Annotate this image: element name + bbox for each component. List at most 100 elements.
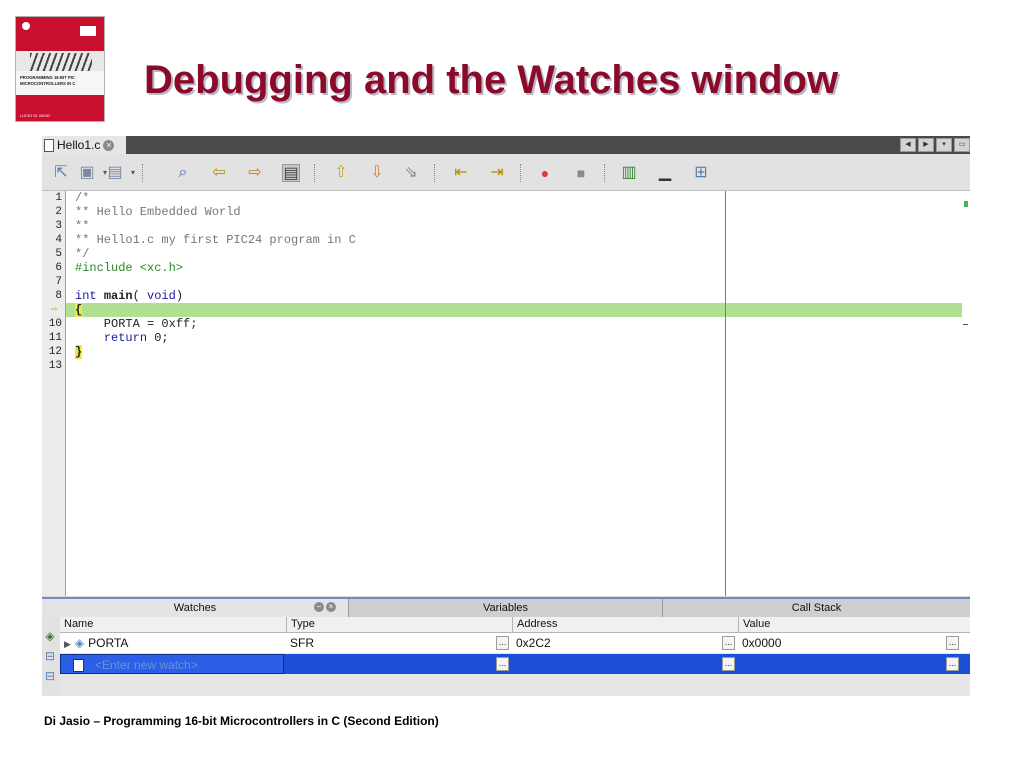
diff-icon[interactable]: ⊞ (692, 164, 710, 182)
error-stripe-marker[interactable] (964, 201, 968, 207)
editor-tab-bar: Hello1.c × ◀ ▶ ▾ ▭ (42, 136, 970, 154)
keyword: void (147, 289, 176, 303)
debug-panel: Watches − × Variables Call Stack ◈ ⊟ ⊟ N… (42, 597, 970, 696)
punctuation: ( (132, 289, 140, 303)
column-header-value[interactable]: Value (738, 617, 970, 632)
column-header-name[interactable]: Name (60, 617, 286, 632)
code-line: int main( void) (75, 289, 183, 303)
sfr-variable-icon: ◈ (74, 636, 85, 650)
toggle-bookmark-icon[interactable]: ⇘ (402, 164, 420, 182)
cover-title-line-1: PROGRAMMING 16-BIT PIC (20, 75, 75, 80)
line-number: 4 (55, 234, 62, 246)
tab-call-stack[interactable]: Call Stack (663, 599, 970, 617)
edit-value-button[interactable]: ... (946, 657, 959, 671)
scroll-right-icon[interactable]: ▶ (918, 138, 934, 152)
table-header: Name Type Address Value (60, 617, 970, 633)
line-number: 3 (55, 220, 62, 232)
function-name: main (103, 289, 133, 303)
book-cover-image: PROGRAMMING 16-BIT PIC MICROCONTROLLERS … (15, 16, 105, 122)
new-watch-document-icon (73, 659, 84, 672)
new-watch-input[interactable]: <Enter new watch> (60, 654, 284, 674)
ide-window: Hello1.c × ◀ ▶ ▾ ▭ ⇱ ▣ ▾ ▤ ▾ ⌕ ⇦ ⇨ ▤ ⇧ ⇩… (42, 136, 970, 696)
tab-variables[interactable]: Variables (349, 599, 663, 617)
code-line: ** Hello Embedded World (75, 205, 241, 219)
line-number: 2 (55, 206, 62, 218)
error-stripe-marker[interactable] (963, 324, 968, 325)
line-number: 1 (55, 192, 62, 204)
close-icon[interactable]: × (103, 139, 115, 151)
slide-title: Debugging and the Watches window (144, 58, 839, 102)
edit-address-button[interactable]: ... (722, 657, 735, 671)
edit-value-button[interactable]: ... (946, 636, 959, 650)
line-number: 5 (55, 248, 62, 260)
keyword: int (75, 289, 97, 303)
watch-options-icon[interactable]: ⊟ (43, 669, 57, 683)
back-history-icon[interactable]: ⇱ (52, 164, 70, 182)
start-macro-recording-icon[interactable]: ● (536, 164, 554, 182)
current-line-highlight (66, 303, 962, 317)
minimize-icon[interactable]: − (314, 602, 324, 612)
restore-window-icon[interactable]: ▭ (954, 138, 970, 152)
toolbar-separator (314, 164, 316, 182)
watch-settings-icon[interactable]: ⊟ (43, 649, 57, 663)
edit-address-button[interactable]: ... (722, 636, 735, 650)
tab-list-dropdown-icon[interactable]: ▾ (936, 138, 952, 152)
new-watch-placeholder: <Enter new watch> (95, 658, 198, 672)
column-header-address[interactable]: Address (512, 617, 738, 632)
toolbar-separator (434, 164, 436, 182)
table-row[interactable]: ▶ ◈ PORTA SFR ... 0x2C2 ... 0x0000 ... (60, 633, 970, 653)
watch-side-toolbar: ◈ ⊟ ⊟ (42, 617, 60, 696)
new-watch-row[interactable]: <Enter new watch> ... ... ... (60, 654, 970, 674)
nav-forward-icon[interactable]: ▣ (78, 164, 96, 182)
watch-name-cell: ▶ ◈ PORTA (60, 633, 286, 653)
edit-type-button[interactable]: ... (496, 636, 509, 650)
previous-bookmark-icon[interactable]: ⇧ (332, 164, 350, 182)
find-icon[interactable]: ⌕ (174, 164, 192, 182)
edit-type-button[interactable]: ... (496, 657, 509, 671)
line-number: 12 (48, 346, 62, 358)
next-bookmark-icon[interactable]: ⇩ (368, 164, 386, 182)
punctuation: ) (175, 289, 184, 303)
code-line: { (75, 303, 83, 317)
scroll-left-icon[interactable]: ◀ (900, 138, 916, 152)
matched-brace: } (75, 345, 83, 359)
cover-author: LUCIO DI JASIO (20, 113, 51, 118)
file-tab-hello1[interactable]: Hello1.c × (42, 136, 126, 154)
toolbar-separator (520, 164, 522, 182)
toolbar-separator (604, 164, 606, 182)
toggle-highlight-icon[interactable]: ▤ (282, 164, 300, 182)
find-next-icon[interactable]: ⇨ (246, 164, 264, 182)
shift-left-icon[interactable]: ⇤ (452, 164, 470, 182)
watch-name: PORTA (88, 636, 129, 650)
code-line: PORTA = 0xff; (75, 317, 198, 331)
new-watch-icon[interactable]: ◈ (43, 629, 57, 643)
line-number: 11 (48, 332, 62, 344)
watch-address-cell: 0x2C2 (516, 636, 551, 650)
code-line: } (75, 345, 83, 359)
right-margin-guide (725, 191, 726, 596)
line-number: 6 (55, 262, 62, 274)
code-text: 0; (147, 331, 169, 345)
expand-icon[interactable]: ▶ (64, 639, 71, 649)
line-number: 13 (48, 360, 62, 372)
column-header-type[interactable]: Type (286, 617, 512, 632)
close-icon[interactable]: × (326, 602, 336, 612)
stop-macro-recording-icon[interactable]: ■ (572, 164, 590, 182)
comment-icon[interactable]: ▥ (620, 164, 638, 182)
slide-footer: Di Jasio – Programming 16-bit Microcontr… (44, 714, 439, 728)
tab-watches-controls: − × (314, 602, 336, 612)
uncomment-icon[interactable]: ▁ (656, 164, 674, 182)
shift-right-icon[interactable]: ⇥ (488, 164, 506, 182)
tab-watches[interactable]: Watches (42, 599, 349, 617)
line-number-gutter: 1 2 3 4 5 6 7 8 ⇨ 10 11 12 13 (42, 191, 66, 596)
nav-back-dropdown-icon[interactable]: ▾ (124, 164, 142, 182)
panel-tab-bar: Watches − × Variables Call Stack (42, 597, 970, 617)
find-previous-icon[interactable]: ⇦ (210, 164, 228, 182)
nav-back-icon[interactable]: ▤ (106, 164, 124, 182)
code-line: return 0; (75, 331, 169, 345)
publisher-logo-icon (22, 22, 30, 30)
line-number: 10 (48, 318, 62, 330)
code-editor[interactable]: 1 2 3 4 5 6 7 8 ⇨ 10 11 12 13 /* ** Hell… (42, 191, 970, 596)
watch-type-cell: SFR (290, 636, 314, 650)
cover-title-line-2: MICROCONTROLLERS IN C (20, 81, 76, 86)
